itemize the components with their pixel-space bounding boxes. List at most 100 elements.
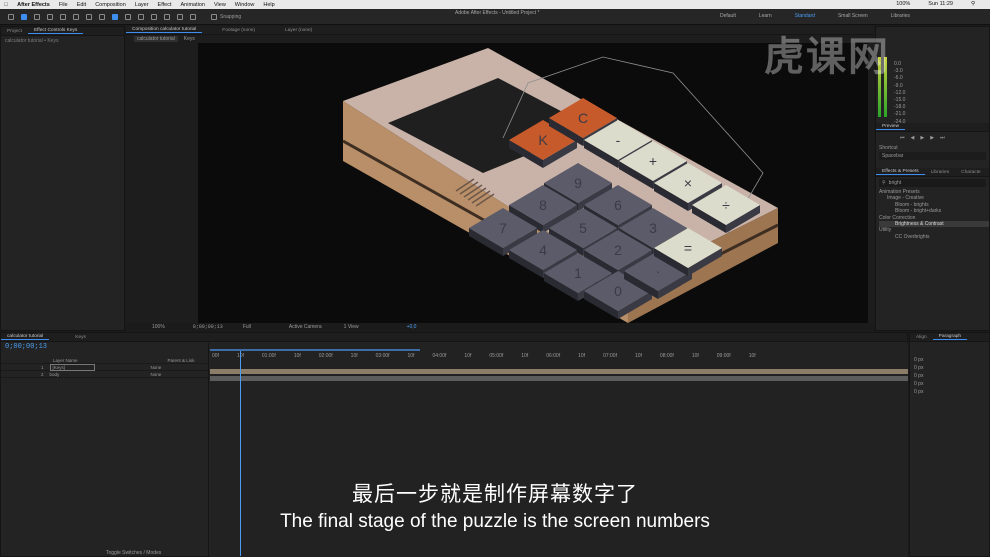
workspace-default[interactable]: Default [720, 13, 736, 19]
level-label: -6.0 [894, 75, 903, 82]
brush-tool[interactable] [138, 13, 144, 20]
mask-tool[interactable] [99, 13, 105, 20]
layer-name[interactable]: [Keys] [49, 363, 95, 371]
key-label: 9 [574, 175, 582, 191]
apple-icon[interactable]:  [4, 2, 8, 8]
layer-bar-keys[interactable] [210, 369, 908, 374]
timeline-timecode[interactable]: 0;00;00;13 [1, 343, 208, 351]
effects-search-value: bright [888, 180, 902, 186]
left-tabbar: Project Effect Controls Keys [1, 27, 124, 36]
menu-composition[interactable]: Composition [95, 2, 126, 8]
eraser-tool[interactable] [164, 13, 170, 20]
tab-composition[interactable]: Composition calculator tutorial [126, 27, 203, 33]
clock[interactable]: Sun 11:29 [928, 1, 953, 7]
shortcut-dropdown[interactable]: Spacebar [879, 152, 986, 160]
tab-paragraph[interactable]: Paragraph [932, 334, 968, 340]
zoom-tool[interactable] [47, 13, 53, 20]
menu-layer[interactable]: Layer [135, 2, 149, 8]
tab-project[interactable]: Project [1, 29, 28, 34]
audio-meter: 0.0 -3.0 -6.0 -9.0 -12.0 -15.0 -18.0 -21… [876, 27, 989, 125]
play-icon[interactable]: ▶ [920, 135, 924, 141]
indent-value[interactable]: 0 px [914, 388, 985, 396]
key-label: 0 [614, 283, 622, 299]
camera-tool[interactable] [73, 13, 79, 20]
anchor-tool[interactable] [86, 13, 92, 20]
align-tabbar: Align Paragraph [910, 333, 989, 342]
offset-value[interactable]: +0,0 [407, 324, 417, 330]
ruler-tick: 02:00f [318, 353, 333, 359]
subtab-calculator[interactable]: calculator tutorial [134, 36, 178, 42]
comp-viewer-footer: 100% 0;00;00;13 Full Active Camera 1 Vie… [126, 323, 874, 331]
prev-frame-icon[interactable]: ◀ [911, 135, 915, 141]
rotate-tool[interactable] [60, 13, 66, 20]
roto-tool[interactable] [177, 13, 183, 20]
work-area-bar[interactable] [210, 349, 420, 351]
hand-tool[interactable] [34, 13, 40, 20]
menu-file[interactable]: File [59, 2, 68, 8]
snapping-toggle[interactable]: Snapping [211, 13, 241, 20]
current-time[interactable]: 0;00;00;13 [193, 324, 223, 330]
layer-bar-body[interactable] [210, 376, 908, 381]
col-parent[interactable]: Parent & Link [168, 358, 195, 363]
indent-value[interactable]: 0 px [914, 372, 985, 380]
tree-item[interactable]: CC Overbrights [879, 234, 989, 240]
key-label: 2 [614, 242, 622, 258]
ruler-tick: 04:00f [432, 353, 447, 359]
key-label: K [538, 132, 548, 148]
menu-effect[interactable]: Effect [158, 2, 172, 8]
type-tool[interactable] [125, 13, 131, 20]
tab-timeline-calculator[interactable]: calculator tutorial [1, 334, 50, 340]
layer-name[interactable]: body [50, 372, 95, 377]
zoom-dropdown[interactable]: 100% [152, 324, 165, 330]
effects-search[interactable]: ⚲ bright [879, 179, 986, 187]
tab-timeline-keys[interactable]: Keys [69, 335, 92, 340]
last-frame-icon[interactable]: ⏭ [940, 135, 945, 141]
menu-animation[interactable]: Animation [181, 2, 205, 8]
composition-viewer[interactable]: K C 9 8 7 6 5 4 3 2 1 0 · - + × ÷ = [198, 43, 868, 323]
indent-value[interactable]: 0 px [914, 364, 985, 372]
tab-libraries[interactable]: Libraries [925, 170, 955, 175]
time-ruler[interactable]: 00f 10f 01:00f 10f 02:00f 10f 03:00f 10f… [210, 353, 908, 359]
layer-parent[interactable]: None [151, 372, 162, 377]
workspace-standard[interactable]: Standard [795, 13, 815, 19]
col-layer-name[interactable]: Layer Name [53, 358, 78, 363]
tab-effect-controls[interactable]: Effect Controls Keys [27, 28, 84, 34]
next-frame-icon[interactable]: ▶ [930, 135, 934, 141]
ruler-tick: 10f [578, 353, 586, 359]
puppet-tool[interactable] [190, 13, 196, 20]
workspace-libraries[interactable]: Libraries [891, 13, 910, 19]
level-label: -18.0 [894, 104, 906, 111]
tab-align[interactable]: Align [910, 335, 933, 340]
menu-window[interactable]: Window [235, 2, 255, 8]
layer-row[interactable]: 2 body None [1, 371, 208, 378]
view-layout-dropdown[interactable]: 1 View [344, 324, 359, 330]
menu-help[interactable]: Help [263, 2, 274, 8]
menu-view[interactable]: View [214, 2, 226, 8]
first-frame-icon[interactable]: ⏮ [900, 135, 905, 141]
resolution-dropdown[interactable]: Full [243, 324, 251, 330]
search-icon[interactable]: ⚲ [971, 1, 975, 7]
ruler-tick: 10f [407, 353, 415, 359]
pen-tool[interactable] [112, 13, 118, 20]
layer-row[interactable]: 1 [Keys] None [1, 363, 208, 371]
home-tool[interactable] [8, 13, 14, 20]
battery-indicator[interactable]: 100% [896, 1, 910, 7]
indent-value[interactable]: 0 px [914, 380, 985, 388]
layer-parent[interactable]: None [151, 365, 162, 370]
toggle-switches-modes[interactable]: Toggle Switches / Modes [106, 550, 161, 556]
key-label: 1 [574, 265, 582, 281]
selection-tool[interactable] [21, 13, 27, 20]
indent-value[interactable]: 0 px [914, 356, 985, 364]
tab-character[interactable]: Characte [955, 170, 986, 175]
tab-footage[interactable]: Footage (none) [216, 28, 261, 33]
workspace-learn[interactable]: Learn [759, 13, 772, 19]
workspace-small-screen[interactable]: Small Screen [838, 13, 868, 19]
clone-tool[interactable] [151, 13, 157, 20]
window-title: Adobe After Effects - Untitled Project * [455, 10, 540, 16]
subtab-keys[interactable]: Keys [184, 36, 195, 42]
tab-layer[interactable]: Layer (none) [279, 28, 318, 33]
menu-edit[interactable]: Edit [77, 2, 86, 8]
camera-dropdown[interactable]: Active Camera [289, 324, 322, 330]
app-menu[interactable]: After Effects [17, 2, 50, 8]
tab-effects-presets[interactable]: Effects & Presets [876, 169, 925, 175]
